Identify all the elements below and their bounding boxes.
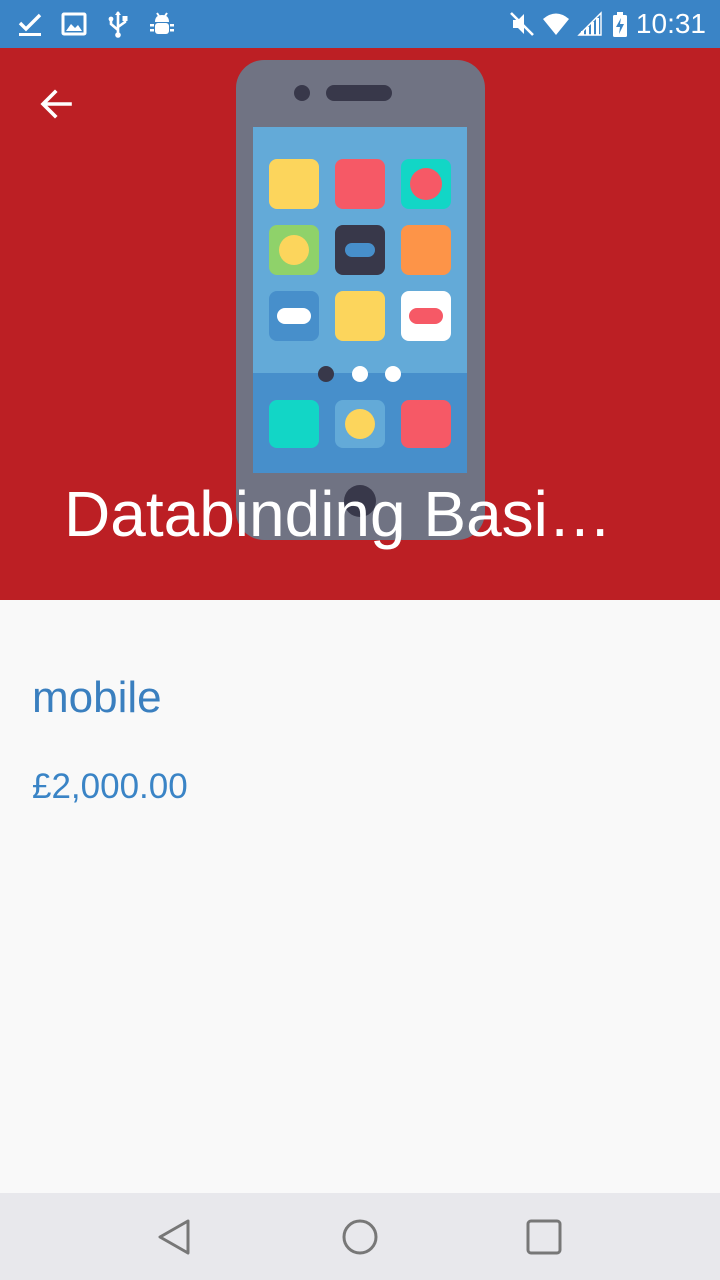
status-bar: 10:31 (0, 0, 720, 48)
signal-icon (577, 11, 602, 36)
battery-charging-icon (613, 12, 627, 37)
nav-home-button[interactable] (334, 1211, 386, 1263)
check-icon (18, 13, 42, 36)
system-navigation-bar (0, 1193, 720, 1280)
product-price: £2,000.00 (32, 767, 188, 806)
arrow-back-icon (40, 89, 72, 119)
recents-square-icon (526, 1219, 562, 1255)
product-details: mobile £2,000.00 (0, 600, 720, 1193)
back-triangle-icon (158, 1219, 190, 1255)
status-time: 10:31 (635, 8, 706, 39)
image-icon (61, 12, 87, 36)
mute-icon (510, 12, 534, 36)
product-name: mobile (32, 673, 162, 722)
page-title: Databinding Basi… (64, 478, 612, 550)
android-debug-icon (150, 12, 174, 34)
collapsing-header: Databinding Basi… (0, 48, 720, 600)
usb-icon (108, 11, 128, 38)
nav-back-button[interactable] (148, 1211, 200, 1263)
wifi-icon (543, 13, 569, 35)
back-button[interactable] (28, 76, 84, 132)
nav-recents-button[interactable] (518, 1211, 570, 1263)
home-circle-icon (342, 1219, 378, 1255)
